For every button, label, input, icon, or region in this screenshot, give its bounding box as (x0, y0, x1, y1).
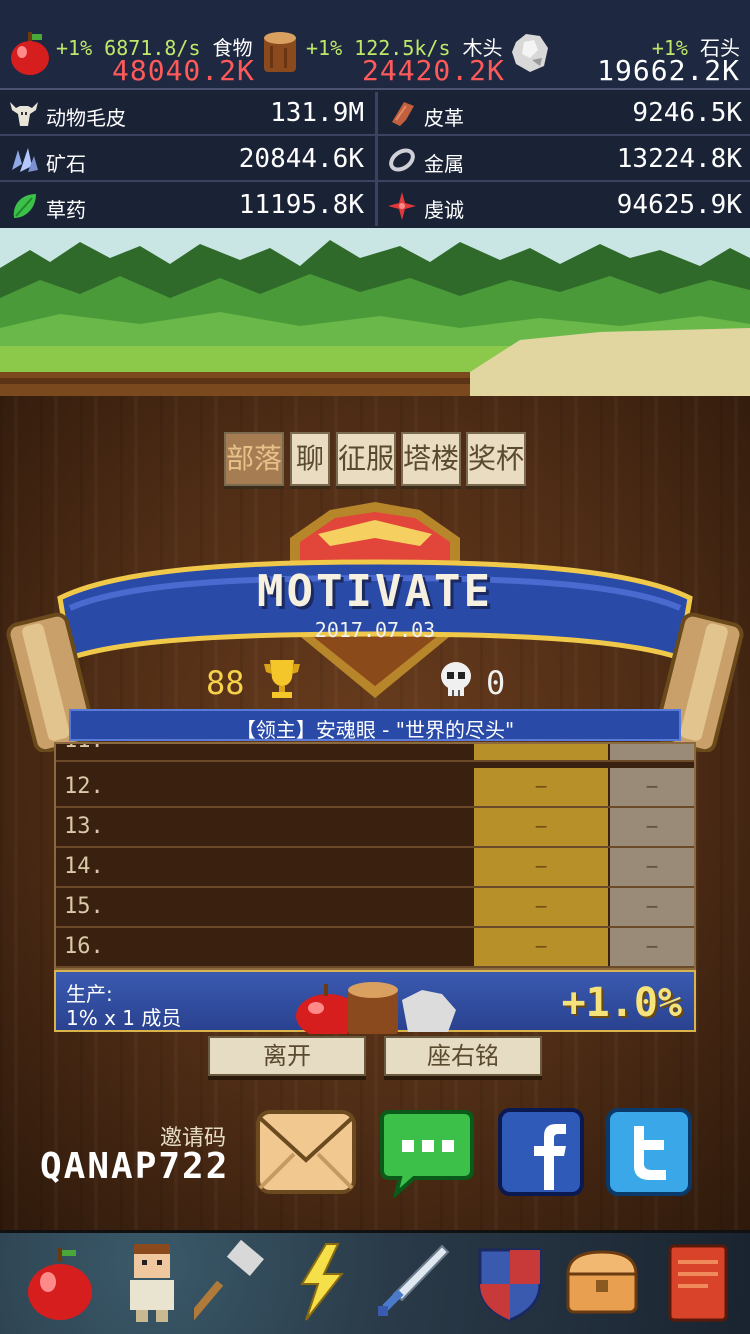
row-cell: – (474, 928, 608, 966)
secondary-row-3: 草药 11195.8K 虔诚 94625.9K (0, 184, 750, 228)
row-cell: – (610, 744, 694, 760)
nav-storage-button[interactable] (562, 1240, 642, 1324)
animal-fur-value: 131.9M (270, 98, 364, 128)
production-detail: 1% x 1 成员 (66, 1006, 182, 1030)
row-cell: – (610, 928, 694, 966)
table-row[interactable]: 15. – – (56, 888, 694, 928)
resource-ore[interactable]: 矿石 20844.6K (0, 138, 374, 182)
faith-label: 虔诚 (424, 198, 464, 222)
leather-icon (392, 102, 414, 126)
facebook-icon[interactable] (498, 1108, 584, 1196)
nav-research-button[interactable] (282, 1240, 362, 1324)
row-number: 11. (64, 744, 104, 753)
metal-label: 金属 (424, 152, 464, 176)
resource-panel: +1% 6871.8/s 食物 48040.2K +1% 122.5k/s 木头… (0, 0, 750, 228)
row-cell: – (474, 808, 608, 846)
secondary-row-1: 动物毛皮 131.9M 皮革 9246.5K (0, 92, 750, 136)
tribe-date: 2017.07.03 (314, 618, 436, 642)
resource-metal[interactable]: 金属 13224.8K (378, 138, 750, 182)
row-cell: – (610, 768, 694, 806)
stone-icon (512, 34, 548, 72)
row-cell: – (610, 808, 694, 846)
leather-value: 9246.5K (632, 98, 742, 128)
resource-leather[interactable]: 皮革 9246.5K (378, 92, 750, 136)
row-cell: – (610, 848, 694, 886)
leave-button[interactable]: 离开 (208, 1036, 366, 1076)
trophy-count: 88 (206, 664, 245, 702)
row-number: 13. (64, 814, 104, 839)
skull-icon (441, 662, 471, 696)
motto-button[interactable]: 座右铭 (384, 1036, 542, 1076)
nav-food-button[interactable] (20, 1240, 100, 1324)
resource-stone[interactable]: +1% 石头 19662.2K (500, 0, 750, 90)
faith-cross-icon (388, 192, 416, 220)
table-row[interactable]: 14. – – (56, 848, 694, 888)
nav-book-button[interactable] (660, 1240, 740, 1324)
nav-build-button[interactable] (194, 1240, 274, 1324)
secondary-row-2: 矿石 20844.6K 金属 13224.8K (0, 138, 750, 182)
resource-food[interactable]: +1% 6871.8/s 食物 48040.2K (0, 0, 254, 90)
table-row[interactable]: 12. – – (56, 768, 694, 808)
row-number: 14. (64, 854, 104, 879)
invite-code[interactable]: QANAP722 (40, 1146, 229, 1187)
production-panel: 生产: 1% x 1 成员 +1.0% (54, 970, 696, 1034)
row-cell: – (610, 888, 694, 926)
production-resources-icon (296, 982, 456, 1034)
wood-amount: 24420.2K (362, 54, 505, 87)
members-table[interactable]: 11. – – 12. – – 13. – – 14. – – 15. – – … (54, 742, 696, 970)
tribe-name: MOTIVATE (257, 566, 493, 617)
animal-skull-icon (10, 102, 38, 126)
table-row[interactable]: 16. – – (56, 928, 694, 968)
row-cell: – (474, 888, 608, 926)
production-bonus: +1.0% (561, 980, 682, 1026)
metal-ring-icon (389, 148, 415, 172)
tab-trophy[interactable]: 奖杯 (466, 432, 526, 486)
tab-chat[interactable]: 聊 (290, 432, 330, 486)
table-row[interactable]: 13. – – (56, 808, 694, 848)
ore-icon (12, 148, 38, 172)
forest-scene (0, 228, 750, 396)
tab-tower[interactable]: 塔楼 (401, 432, 461, 486)
chat-icon[interactable] (374, 1108, 480, 1198)
nav-defense-button[interactable] (470, 1240, 550, 1324)
wood-bonus: +1% (306, 36, 343, 60)
food-amount: 48040.2K (112, 54, 255, 87)
metal-value: 13224.8K (616, 144, 742, 174)
herb-label: 草药 (46, 198, 86, 222)
leader-line: 【领主】安魂眼 - "世界的尽头" (235, 718, 515, 742)
table-row[interactable]: 11. – – (56, 744, 694, 762)
herb-value: 11195.8K (238, 190, 364, 220)
mail-icon[interactable] (256, 1110, 356, 1194)
row-number: 16. (64, 934, 104, 959)
forest-illustration (0, 228, 750, 396)
resource-faith[interactable]: 虔诚 94625.9K (378, 184, 750, 228)
faith-value: 94625.9K (616, 190, 742, 220)
herb-leaf-icon (13, 194, 36, 218)
stone-amount: 19662.2K (597, 54, 740, 87)
main-resources-row: +1% 6871.8/s 食物 48040.2K +1% 122.5k/s 木头… (0, 0, 750, 90)
leather-label: 皮革 (424, 106, 464, 130)
ore-label: 矿石 (46, 152, 86, 176)
trophy-icon (264, 660, 300, 698)
wood-log-icon (264, 32, 296, 72)
resource-wood[interactable]: +1% 122.5k/s 木头 24420.2K (250, 0, 504, 90)
tab-tribe[interactable]: 部落 (224, 432, 284, 486)
row-number: 15. (64, 894, 104, 919)
row-number: 12. (64, 774, 104, 799)
food-bonus: +1% (56, 36, 93, 60)
animal-fur-label: 动物毛皮 (46, 106, 126, 130)
nav-battle-button[interactable] (372, 1240, 452, 1324)
nav-villager-button[interactable] (112, 1240, 192, 1324)
resource-herb[interactable]: 草药 11195.8K (0, 184, 374, 228)
apple-icon (11, 32, 49, 75)
row-cell: – (474, 744, 608, 760)
kill-count: 0 (486, 664, 506, 702)
ore-value: 20844.6K (238, 144, 364, 174)
row-cell: – (474, 768, 608, 806)
row-cell: – (474, 848, 608, 886)
twitter-icon[interactable] (606, 1108, 692, 1196)
tab-conquest[interactable]: 征服 (336, 432, 396, 486)
resource-animal-fur[interactable]: 动物毛皮 131.9M (0, 92, 374, 136)
